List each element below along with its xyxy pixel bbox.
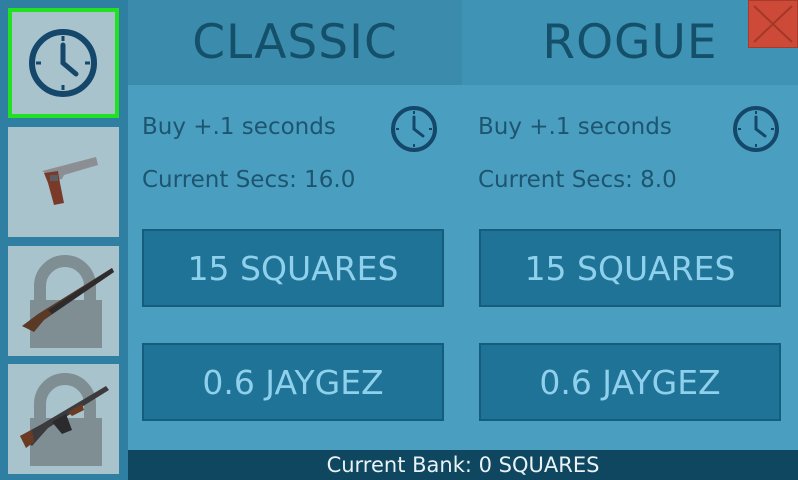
sidebar-item-shotgun[interactable] bbox=[8, 246, 119, 356]
rifle-icon bbox=[20, 386, 109, 448]
classic-buy-clock-icon[interactable] bbox=[388, 103, 440, 155]
sidebar-item-time[interactable] bbox=[8, 8, 119, 118]
close-button[interactable] bbox=[748, 0, 798, 48]
classic-buy-squares-button[interactable]: 15 SQUARES bbox=[142, 229, 444, 307]
close-icon bbox=[753, 5, 793, 43]
classic-buy-jaygez-button[interactable]: 0.6 JAYGEZ bbox=[142, 343, 444, 421]
rogue-buy-label: Buy +.1 seconds bbox=[478, 114, 672, 140]
sidebar-item-rifle[interactable] bbox=[8, 364, 119, 474]
sidebar-item-pistol[interactable] bbox=[8, 127, 119, 237]
clock-icon bbox=[29, 29, 97, 97]
classic-buy-label: Buy +.1 seconds bbox=[142, 114, 336, 140]
classic-current-secs: Current Secs: 16.0 bbox=[142, 167, 356, 193]
tab-classic[interactable]: CLASSIC bbox=[128, 0, 462, 85]
main-panel: CLASSIC ROGUE Buy +.1 seconds Current Se… bbox=[128, 0, 798, 450]
rogue-current-secs: Current Secs: 8.0 bbox=[478, 167, 677, 193]
shotgun-icon bbox=[22, 268, 114, 332]
rogue-buy-jaygez-button[interactable]: 0.6 JAYGEZ bbox=[479, 343, 781, 421]
pistol-icon bbox=[42, 157, 98, 205]
current-bank: Current Bank: 0 SQUARES bbox=[128, 450, 798, 480]
rogue-buy-clock-icon[interactable] bbox=[730, 103, 782, 155]
rogue-buy-squares-button[interactable]: 15 SQUARES bbox=[479, 229, 781, 307]
sidebar bbox=[0, 0, 128, 480]
